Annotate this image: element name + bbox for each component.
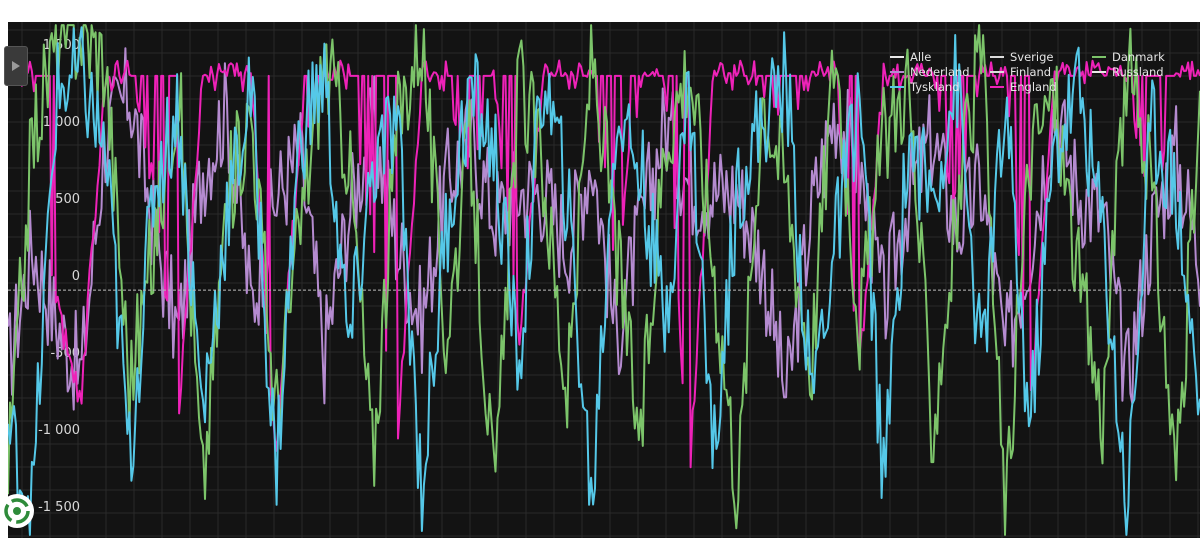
legend-label: Finland xyxy=(1010,65,1051,79)
y-tick-label: 500 xyxy=(55,192,80,207)
collapse-panel-button[interactable] xyxy=(4,46,28,86)
legend-item-danmark[interactable]: Danmark xyxy=(1092,50,1165,64)
legend-label: England xyxy=(1010,80,1057,94)
legend-label: Danmark xyxy=(1112,50,1165,64)
y-tick-label: -1 500 xyxy=(38,500,80,515)
series-lines xyxy=(8,24,1200,536)
legend-item-russland[interactable]: Russland xyxy=(1092,65,1164,79)
recycle-symbol-icon xyxy=(4,498,30,524)
chart-area: 1 500 1 000 500 0 -500 -1 000 -1 500 Alle Sveri… xyxy=(8,22,1200,538)
legend-label: Russland xyxy=(1112,65,1164,79)
legend-label: Sverige xyxy=(1010,50,1053,64)
y-tick-label: -1 000 xyxy=(38,423,80,438)
legend-label: Alle xyxy=(910,50,931,64)
legend-label: Tyskland xyxy=(909,80,960,94)
legend-item-alle[interactable]: Alle xyxy=(890,50,931,64)
legend-item-nederland[interactable]: Nederland xyxy=(890,65,970,79)
y-tick-label: 1 000 xyxy=(43,115,80,130)
y-tick-label: 0 xyxy=(72,269,80,284)
line-chart: 1 5001 0005000-500-1 000-1 500 Alle Sveri… xyxy=(8,22,1200,538)
legend-item-england[interactable]: England xyxy=(990,80,1057,94)
legend-item-sverige[interactable]: Sverige xyxy=(990,50,1053,64)
legend-label: Nederland xyxy=(910,65,970,79)
triangle-right-icon xyxy=(12,61,20,71)
recycle-badge-icon[interactable] xyxy=(0,494,34,528)
